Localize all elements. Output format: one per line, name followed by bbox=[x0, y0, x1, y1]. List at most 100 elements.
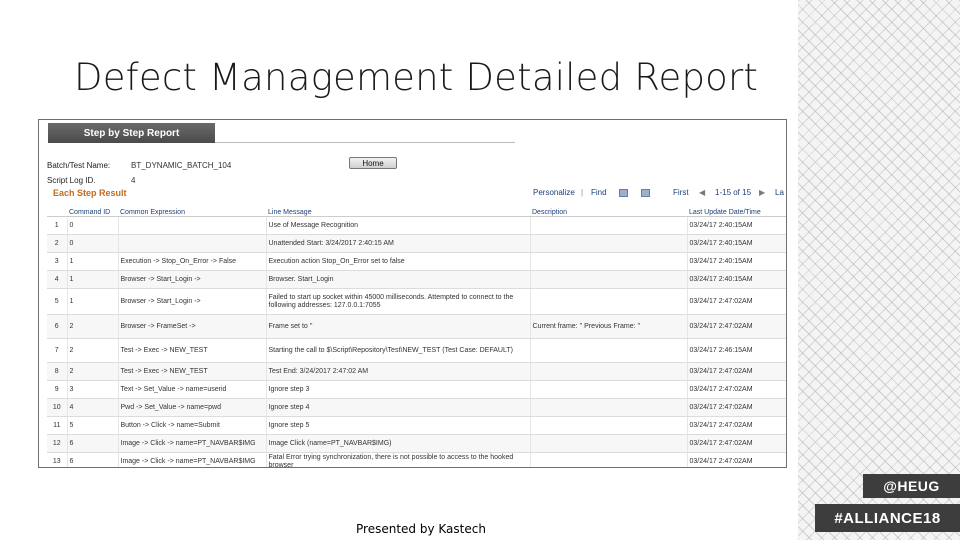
line-message: Ignore step 3 bbox=[266, 380, 531, 399]
step-number: 10 bbox=[47, 398, 68, 417]
step-number: 8 bbox=[47, 362, 68, 381]
script-log-label: Script Log ID. bbox=[47, 176, 96, 185]
page-range: 1-15 of 15 bbox=[715, 188, 752, 197]
description bbox=[530, 288, 688, 315]
line-message: Execution action Stop_On_Error set to fa… bbox=[266, 252, 531, 271]
line-message: Ignore step 4 bbox=[266, 398, 531, 417]
line-message: Starting the call to $\Script\Repository… bbox=[266, 338, 531, 363]
common-expression: Browser -> Start_Login -> bbox=[118, 288, 267, 315]
last-update: 03/24/17 2:47:02AM bbox=[687, 416, 786, 435]
heug-tag: @HEUG bbox=[863, 474, 960, 498]
col-header-description[interactable]: Description bbox=[530, 202, 687, 217]
col-header-step[interactable] bbox=[47, 202, 67, 217]
table-row: 2 0 Unattended Start: 3/24/2017 2:40:15 … bbox=[47, 234, 786, 253]
description bbox=[530, 234, 688, 253]
common-expression: Execution -> Stop_On_Error -> False bbox=[118, 252, 267, 271]
last-update: 03/24/17 2:47:02AM bbox=[687, 434, 786, 453]
col-header-common-expression[interactable]: Common Expression bbox=[118, 202, 266, 217]
table-row: 13 6 Image -> Click -> name=PT_NAVBAR$IM… bbox=[47, 452, 786, 467]
step-number: 2 bbox=[47, 234, 68, 253]
step-number: 13 bbox=[47, 452, 68, 467]
table-row: 1 0 Use of Message Recognition 03/24/17 … bbox=[47, 216, 786, 235]
table-row: 4 1 Browser -> Start_Login -> Browser. S… bbox=[47, 270, 786, 289]
find-link[interactable]: Find bbox=[591, 188, 607, 197]
command-id: 5 bbox=[67, 416, 119, 435]
home-button[interactable]: Home bbox=[349, 157, 397, 169]
command-id: 0 bbox=[67, 216, 119, 235]
common-expression: Test -> Exec -> NEW_TEST bbox=[118, 362, 267, 381]
table-header-row: Command ID Common Expression Line Messag… bbox=[47, 202, 786, 217]
decorative-pattern bbox=[798, 0, 960, 540]
last-link[interactable]: La bbox=[775, 188, 784, 197]
description bbox=[530, 434, 688, 453]
table-row: 11 5 Button -> Click -> name=Submit Igno… bbox=[47, 416, 786, 435]
description bbox=[530, 452, 688, 467]
common-expression: Text -> Set_Value -> name=userid bbox=[118, 380, 267, 399]
step-number: 6 bbox=[47, 314, 68, 339]
col-header-last-update[interactable]: Last Update Date/Time bbox=[687, 202, 786, 217]
common-expression: Image -> Click -> name=PT_NAVBAR$IMG bbox=[118, 434, 267, 453]
line-message: Fatal Error trying synchronization, ther… bbox=[266, 452, 531, 467]
col-header-command-id[interactable]: Command ID bbox=[67, 202, 118, 217]
common-expression: Browser -> Start_Login -> bbox=[118, 270, 267, 289]
line-message: Failed to start up socket within 45000 m… bbox=[266, 288, 531, 315]
common-expression: Pwd -> Set_Value -> name=pwd bbox=[118, 398, 267, 417]
description bbox=[530, 416, 688, 435]
command-id: 1 bbox=[67, 252, 119, 271]
command-id: 2 bbox=[67, 338, 119, 363]
step-number: 11 bbox=[47, 416, 68, 435]
description bbox=[530, 270, 688, 289]
command-id: 1 bbox=[67, 288, 119, 315]
line-message: Test End: 3/24/2017 2:47:02 AM bbox=[266, 362, 531, 381]
download-icon[interactable] bbox=[641, 189, 650, 197]
tab-divider bbox=[215, 142, 515, 143]
view-all-icon[interactable] bbox=[619, 189, 628, 197]
report-screenshot: Step by Step Report Batch/Test Name: BT_… bbox=[38, 119, 787, 468]
step-number: 9 bbox=[47, 380, 68, 399]
nav-separator: | bbox=[581, 188, 584, 197]
script-log-value: 4 bbox=[131, 176, 136, 185]
description bbox=[530, 216, 688, 235]
description bbox=[530, 362, 688, 381]
table-row: 5 1 Browser -> Start_Login -> Failed to … bbox=[47, 288, 786, 315]
step-number: 1 bbox=[47, 216, 68, 235]
common-expression bbox=[118, 234, 267, 253]
last-update: 03/24/17 2:40:15AM bbox=[687, 252, 786, 271]
section-title: Each Step Result bbox=[53, 188, 127, 198]
line-message: Browser. Start_Login bbox=[266, 270, 531, 289]
table-row: 9 3 Text -> Set_Value -> name=userid Ign… bbox=[47, 380, 786, 399]
last-update: 03/24/17 2:47:02AM bbox=[687, 380, 786, 399]
last-update: 03/24/17 2:40:15AM bbox=[687, 216, 786, 235]
step-number: 3 bbox=[47, 252, 68, 271]
results-table: Command ID Common Expression Line Messag… bbox=[47, 202, 786, 467]
command-id: 4 bbox=[67, 398, 119, 417]
command-id: 1 bbox=[67, 270, 119, 289]
next-arrow-icon[interactable]: ▶ bbox=[759, 188, 765, 197]
alliance-tag: #ALLIANCE18 bbox=[815, 504, 960, 532]
last-update: 03/24/17 2:47:02AM bbox=[687, 314, 786, 339]
last-update: 03/24/17 2:47:02AM bbox=[687, 452, 786, 467]
line-message: Frame set to '' bbox=[266, 314, 531, 339]
command-id: 2 bbox=[67, 362, 119, 381]
last-update: 03/24/17 2:47:02AM bbox=[687, 288, 786, 315]
col-header-line-message[interactable]: Line Message bbox=[266, 202, 530, 217]
common-expression: Test -> Exec -> NEW_TEST bbox=[118, 338, 267, 363]
description bbox=[530, 338, 688, 363]
step-number: 12 bbox=[47, 434, 68, 453]
last-update: 03/24/17 2:40:15AM bbox=[687, 234, 786, 253]
personalize-link[interactable]: Personalize bbox=[533, 188, 575, 197]
first-link[interactable]: First bbox=[673, 188, 689, 197]
tab-step-by-step-report[interactable]: Step by Step Report bbox=[48, 123, 215, 143]
common-expression bbox=[118, 216, 267, 235]
step-number: 7 bbox=[47, 338, 68, 363]
table-row: 3 1 Execution -> Stop_On_Error -> False … bbox=[47, 252, 786, 271]
table-row: 6 2 Browser -> FrameSet -> Frame set to … bbox=[47, 314, 786, 339]
table-row: 10 4 Pwd -> Set_Value -> name=pwd Ignore… bbox=[47, 398, 786, 417]
command-id: 2 bbox=[67, 314, 119, 339]
common-expression: Button -> Click -> name=Submit bbox=[118, 416, 267, 435]
line-message: Ignore step 5 bbox=[266, 416, 531, 435]
common-expression: Image -> Click -> name=PT_NAVBAR$IMG bbox=[118, 452, 267, 467]
footer-presented-by: Presented by Kastech bbox=[356, 522, 486, 536]
prev-arrow-icon[interactable]: ◀ bbox=[699, 188, 705, 197]
step-number: 5 bbox=[47, 288, 68, 315]
